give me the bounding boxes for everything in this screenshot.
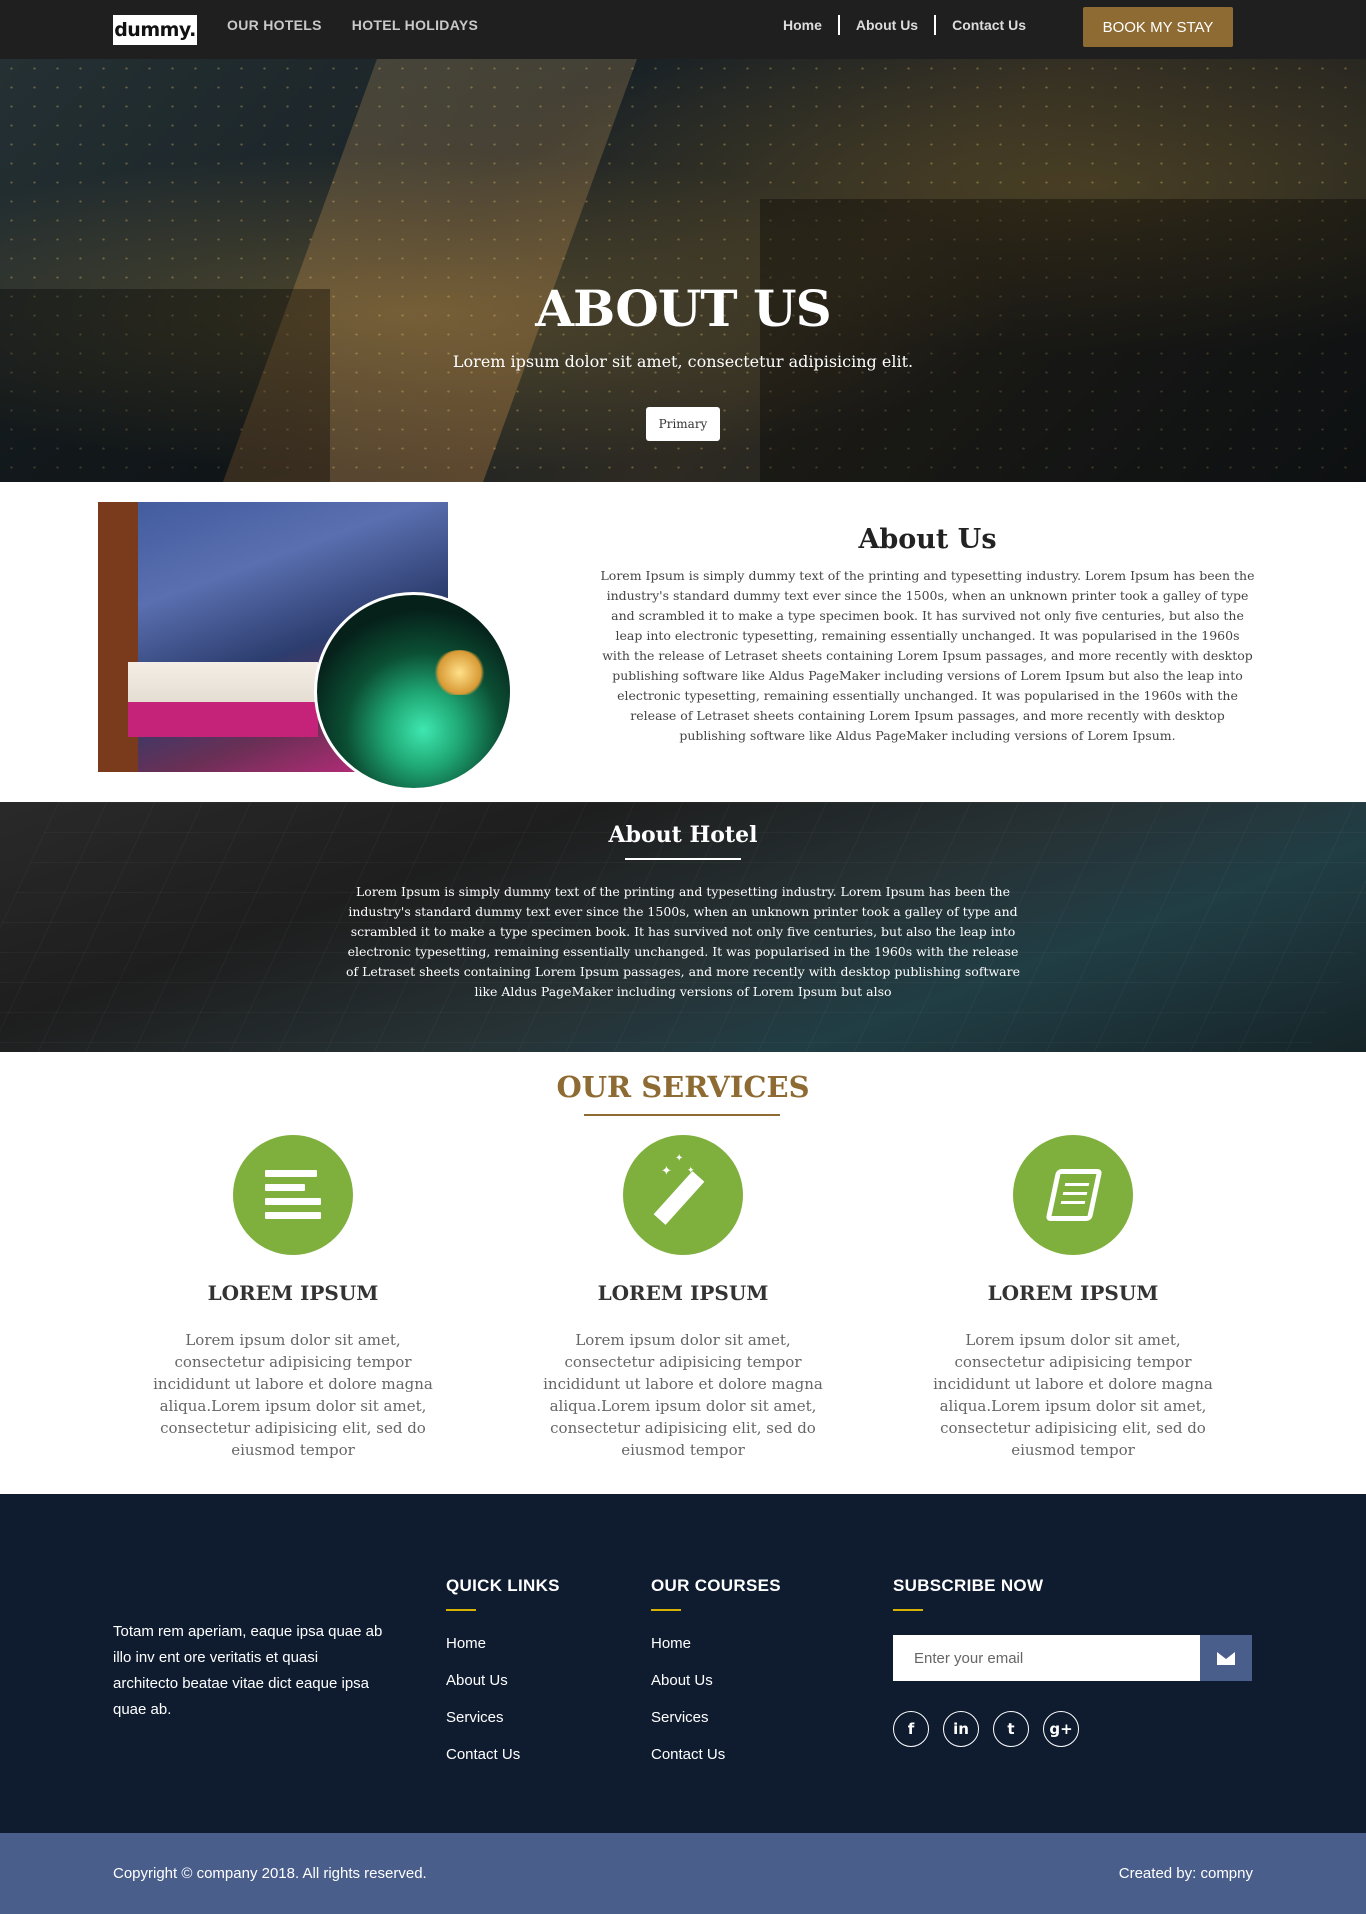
hero-primary-button[interactable]: Primary [646,407,720,441]
footer-link-contact-us[interactable]: Contact Us [446,1736,560,1773]
service-description: Lorem ipsum dolor sit amet, consectetur … [543,1331,823,1459]
primary-nav: OUR HOTELS HOTEL HOLIDAYS [227,0,478,50]
envelope-icon [1217,1652,1235,1665]
hero-subtitle: Lorem ipsum dolor sit amet, consectetur … [452,352,914,371]
subscribe-heading: SUBSCRIBE NOW [893,1576,1044,1595]
facebook-icon[interactable]: f [893,1711,929,1747]
book-icon [1013,1135,1133,1255]
resort-pool-image [314,592,513,791]
footer-course-services[interactable]: Services [651,1699,781,1736]
copyright-bar: Copyright © company 2018. All rights res… [0,1833,1366,1914]
nav-link-contact-us[interactable]: Contact Us [934,15,1042,35]
service-card: LOREM IPSUM Lorem ipsum dolor sit amet, … [923,1135,1223,1461]
google-plus-icon[interactable]: g+ [1043,1711,1079,1747]
footer-course-contact-us[interactable]: Contact Us [651,1736,781,1773]
subscribe-button[interactable] [1200,1635,1252,1681]
service-card: ✦ ✦ ✦ LOREM IPSUM Lorem ipsum dolor sit … [533,1135,833,1461]
footer-about-text: Totam rem aperiam, eaque ipsa quae ab il… [113,1623,383,1718]
nav-link-our-hotels[interactable]: OUR HOTELS [227,17,322,33]
hero-title: ABOUT US [535,279,831,338]
magic-wand-icon: ✦ ✦ ✦ [623,1135,743,1255]
courses-heading: OUR COURSES [651,1576,781,1595]
about-us-text: Lorem Ipsum is simply dummy text of the … [600,568,1255,743]
footer-course-about-us[interactable]: About Us [651,1662,781,1699]
footer-link-services[interactable]: Services [446,1699,560,1736]
quick-links-heading: QUICK LINKS [446,1576,560,1595]
nav-link-hotel-holidays[interactable]: HOTEL HOLIDAYS [352,17,478,33]
social-links: f in t g+ [893,1711,1252,1747]
nav-link-about-us[interactable]: About Us [837,15,934,35]
services-title: OUR SERVICES [556,1070,810,1104]
about-us-title: About Us [858,524,997,555]
service-name: LOREM IPSUM [597,1281,769,1305]
site-footer: Totam rem aperiam, eaque ipsa quae ab il… [0,1494,1366,1833]
site-logo[interactable]: dummy. [113,15,197,45]
hero-banner: ABOUT US Lorem ipsum dolor sit amet, con… [0,59,1366,482]
about-hotel-section: About Hotel Lorem Ipsum is simply dummy … [0,802,1366,1052]
top-navbar: dummy. OUR HOTELS HOTEL HOLIDAYS Home Ab… [0,0,1366,59]
align-lines-icon [233,1135,353,1255]
created-by-text: Created by: compny [1118,1865,1253,1882]
title-underline [625,858,741,860]
footer-course-home[interactable]: Home [651,1625,781,1662]
twitter-icon[interactable]: t [993,1711,1029,1747]
service-card: LOREM IPSUM Lorem ipsum dolor sit amet, … [143,1135,443,1461]
services-section: OUR SERVICES LOREM IPSUM Lorem ipsum dol… [0,1052,1366,1494]
nav-link-home[interactable]: Home [767,15,838,35]
secondary-nav: Home About Us Contact Us [767,0,1042,50]
footer-link-home[interactable]: Home [446,1625,560,1662]
subscribe-form [893,1635,1252,1681]
about-hotel-text: Lorem Ipsum is simply dummy text of the … [345,884,1021,999]
email-input[interactable] [893,1635,1200,1681]
about-hotel-title: About Hotel [608,822,758,848]
service-name: LOREM IPSUM [207,1281,379,1305]
copyright-text: Copyright © company 2018. All rights res… [113,1865,427,1882]
service-description: Lorem ipsum dolor sit amet, consectetur … [933,1331,1213,1459]
linkedin-icon[interactable]: in [943,1711,979,1747]
book-my-stay-button[interactable]: BOOK MY STAY [1083,7,1233,47]
service-description: Lorem ipsum dolor sit amet, consectetur … [153,1331,433,1459]
title-underline [584,1114,780,1116]
courses-column: OUR COURSES Home About Us Services Conta… [651,1576,781,1773]
about-us-section: About Us Lorem Ipsum is simply dummy tex… [0,482,1366,802]
subscribe-column: SUBSCRIBE NOW f in t g+ [893,1576,1252,1747]
quick-links-column: QUICK LINKS Home About Us Services Conta… [446,1576,560,1773]
service-name: LOREM IPSUM [987,1281,1159,1305]
footer-link-about-us[interactable]: About Us [446,1662,560,1699]
